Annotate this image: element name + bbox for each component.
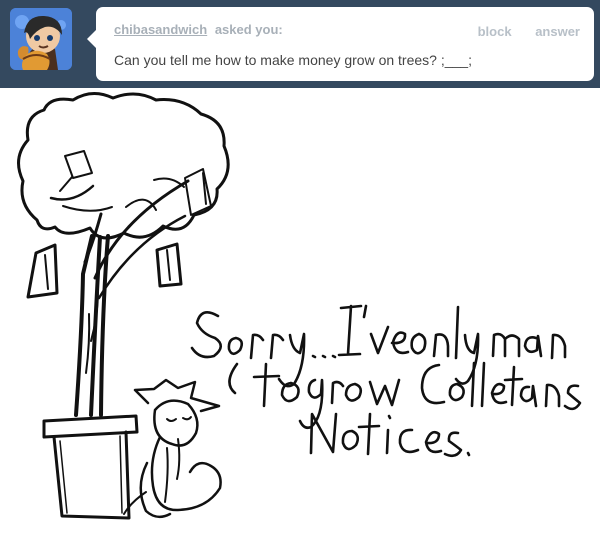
ask-header: chibasandwich asked you: block answer Ca… bbox=[0, 0, 600, 88]
money-tree-drawing bbox=[17, 92, 230, 520]
block-button[interactable]: block bbox=[478, 24, 512, 39]
asked-label: asked you: bbox=[214, 22, 283, 37]
avatar-image bbox=[10, 8, 72, 70]
asker-avatar[interactable] bbox=[10, 8, 72, 70]
asker-name-link[interactable]: chibasandwich bbox=[114, 22, 207, 37]
answer-button[interactable]: answer bbox=[535, 24, 580, 39]
question-bubble: chibasandwich asked you: block answer Ca… bbox=[87, 7, 594, 81]
fox-character-drawing bbox=[123, 378, 222, 519]
question-text: Can you tell me how to make money grow o… bbox=[114, 52, 472, 68]
bubble-actions: block answer bbox=[478, 24, 580, 39]
handwritten-answer-text bbox=[190, 304, 582, 458]
answer-drawing bbox=[17, 92, 582, 520]
asker-line: chibasandwich asked you: bbox=[114, 22, 283, 37]
bubble-pointer bbox=[87, 30, 96, 48]
